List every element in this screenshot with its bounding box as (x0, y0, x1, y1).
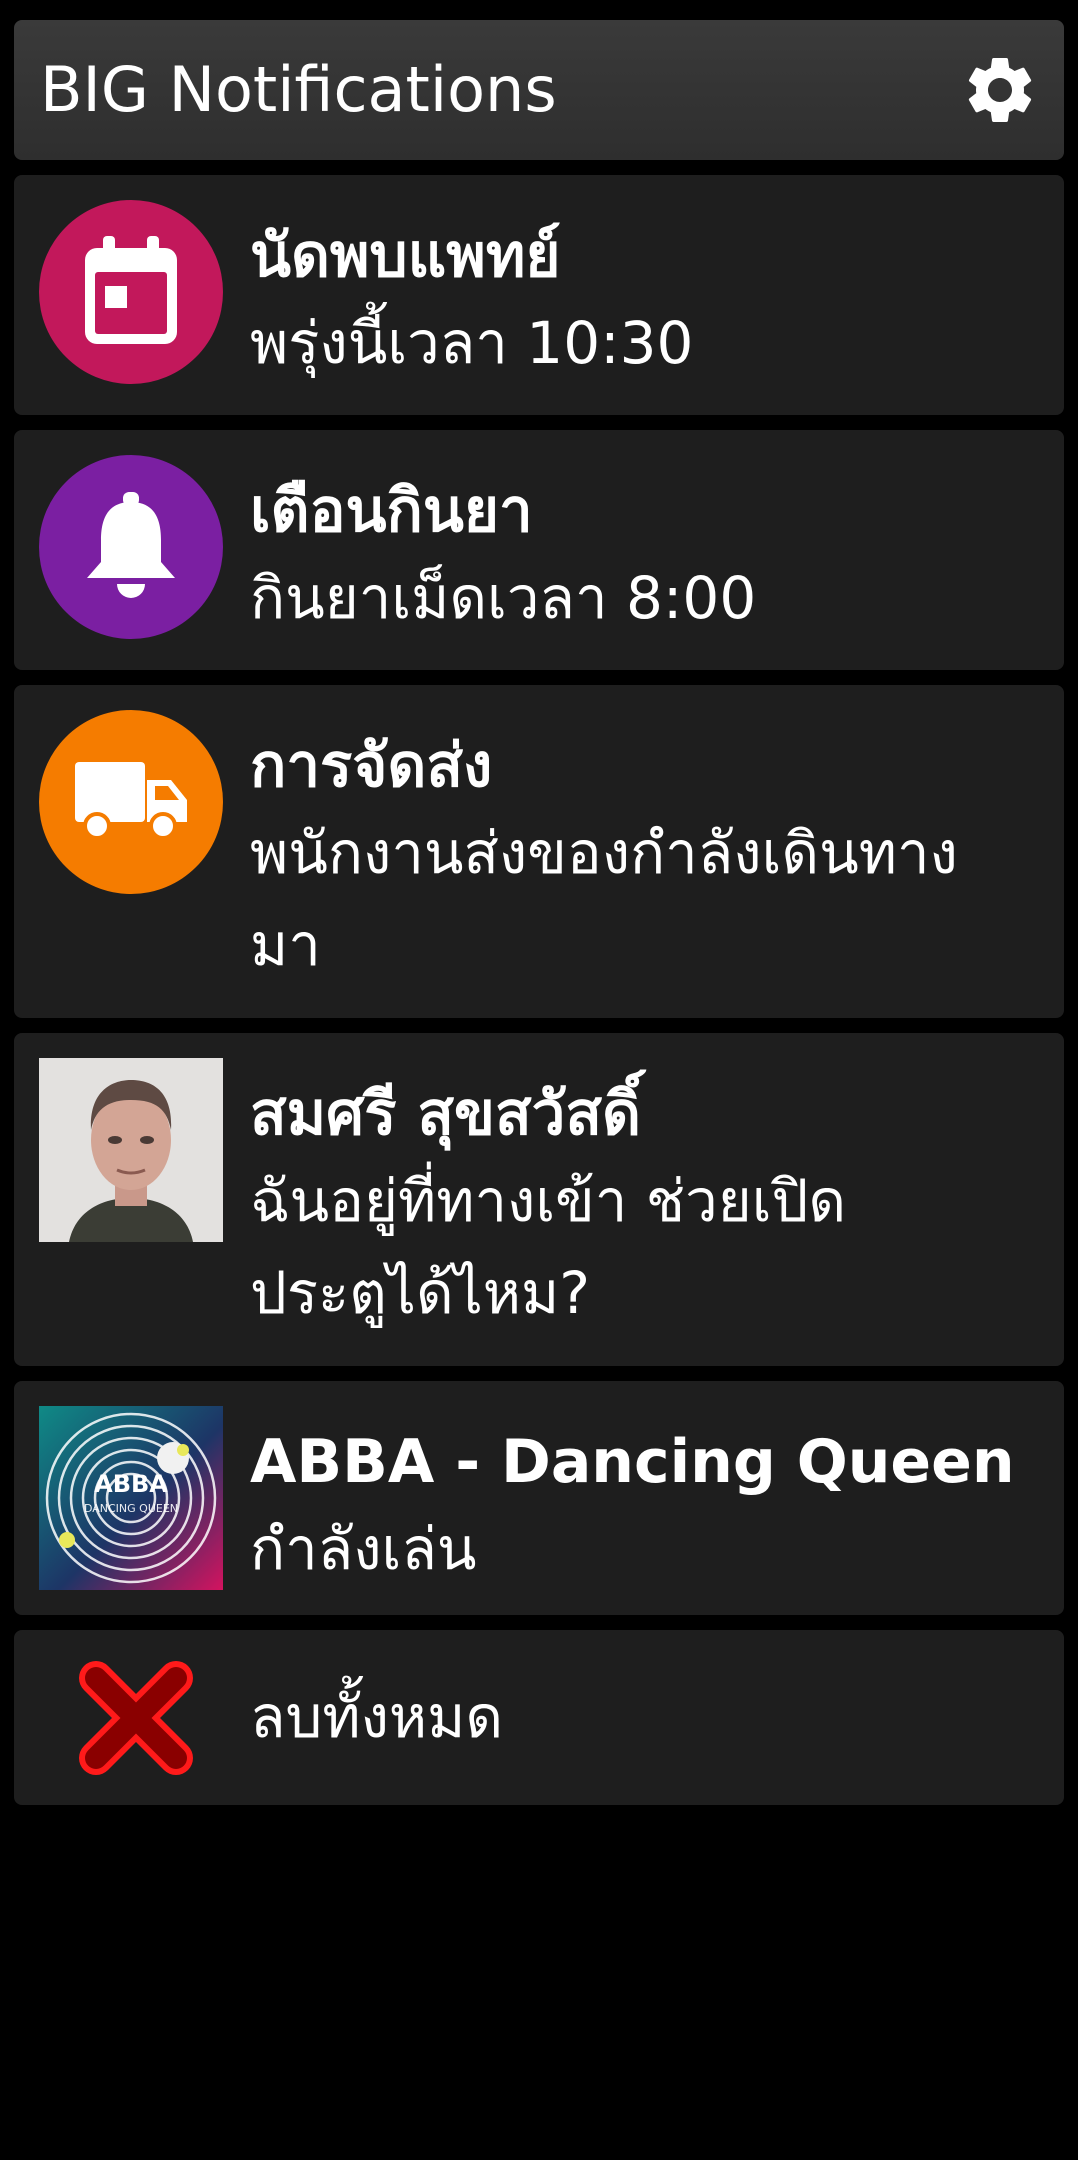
notification-title: การจัดส่ง (250, 731, 493, 801)
notification-icon (39, 455, 223, 639)
notification-icon (39, 1058, 223, 1242)
notification-body: พรุ่งนี้เวลา 10:30 (250, 309, 694, 377)
notification-title: สมศรี สุขสวัสดิ์ (250, 1079, 641, 1149)
bell-icon (87, 492, 175, 598)
notification-icon (39, 200, 223, 384)
notification-medication[interactable]: เตือนกินยา กินยาเม็ดเวลา 8:00 (14, 430, 1064, 670)
album-art-title: ABBA (94, 1470, 168, 1498)
truck-icon-bg (39, 710, 223, 894)
notification-title: เตือนกินยา (250, 476, 533, 546)
clear-all-button[interactable]: ลบทั้งหมด (14, 1630, 1064, 1805)
notification-media[interactable]: ABBA DANCING QUEEN ABBA - Dancing Queen … (14, 1381, 1064, 1615)
notification-text: สมศรี สุขสวัสดิ์ ฉันอยู่ที่ทางเข้า ช่วยเ… (250, 1073, 1044, 1339)
gear-icon[interactable] (960, 50, 1040, 130)
notification-message[interactable]: สมศรี สุขสวัสดิ์ ฉันอยู่ที่ทางเข้า ช่วยเ… (14, 1033, 1064, 1366)
truck-icon (75, 762, 187, 840)
calendar-icon (85, 236, 177, 344)
clear-all-label: ลบทั้งหมด (250, 1683, 504, 1751)
calendar-icon-bg (39, 200, 223, 384)
notification-text: เตือนกินยา กินยาเม็ดเวลา 8:00 (250, 470, 1044, 644)
bell-icon-bg (39, 455, 223, 639)
notification-body: กินยาเม็ดเวลา 8:00 (250, 564, 757, 632)
notification-title: นัดพบแพทย์ (250, 221, 561, 291)
album-art-image: ABBA DANCING QUEEN (39, 1406, 223, 1590)
album-art: ABBA DANCING QUEEN (39, 1406, 223, 1590)
close-icon (79, 1661, 193, 1775)
app-header: BIG Notifications (14, 20, 1064, 160)
notification-text: ABBA - Dancing Queen กำลังเล่น (250, 1421, 1044, 1595)
avatar (39, 1058, 223, 1242)
album-art-subtitle: DANCING QUEEN (84, 1502, 178, 1515)
notification-body: พนักงานส่งของกำลังเดินทางมา (250, 819, 958, 979)
notification-text: นัดพบแพทย์ พรุ่งนี้เวลา 10:30 (250, 215, 1044, 389)
notification-body: กำลังเล่น (250, 1515, 477, 1583)
notification-title: ABBA - Dancing Queen (250, 1427, 1015, 1497)
notification-text: การจัดส่ง พนักงานส่งของกำลังเดินทางมา (250, 725, 1044, 991)
app-title: BIG Notifications (40, 53, 557, 126)
notification-appointment[interactable]: นัดพบแพทย์ พรุ่งนี้เวลา 10:30 (14, 175, 1064, 415)
notification-icon: ABBA DANCING QUEEN (39, 1406, 223, 1590)
contact-photo (39, 1058, 223, 1242)
notification-icon (39, 710, 223, 894)
notification-body: ฉันอยู่ที่ทางเข้า ช่วยเปิดประตูได้ไหม? (250, 1167, 847, 1327)
notification-delivery[interactable]: การจัดส่ง พนักงานส่งของกำลังเดินทางมา (14, 685, 1064, 1018)
